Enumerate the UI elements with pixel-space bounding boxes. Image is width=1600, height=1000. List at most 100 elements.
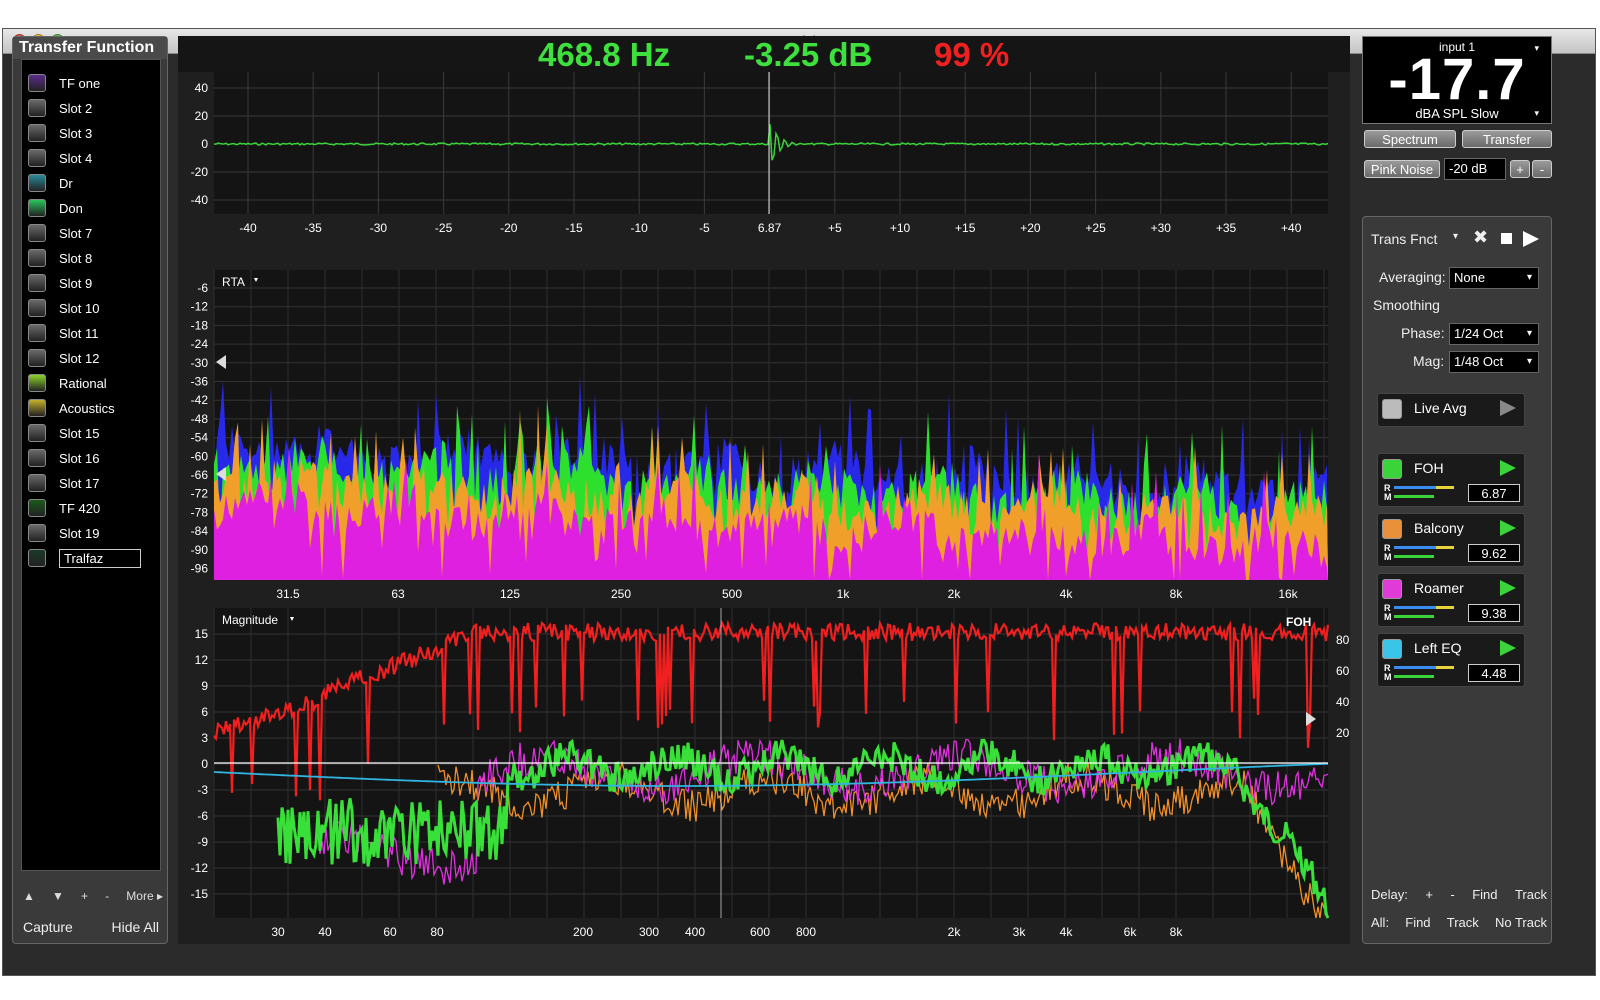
slot-color-swatch[interactable] [28, 174, 46, 192]
noise-level-up-button[interactable]: + [1510, 160, 1530, 178]
slot-color-swatch[interactable] [28, 249, 46, 267]
mode-dropdown-icon[interactable]: ▾ [1453, 231, 1458, 242]
slot-item[interactable]: Slot 12 [28, 347, 99, 369]
phase-smoothing-select[interactable]: 1/24 Oct ▾ [1449, 323, 1539, 345]
measurement-item[interactable]: Balcony RM 9.62 [1377, 513, 1525, 567]
delay-find-button[interactable]: Find [1472, 887, 1497, 902]
unit-dropdown-icon[interactable]: ▾ [1534, 108, 1539, 119]
measurement-play-icon[interactable] [1500, 400, 1516, 416]
move-up-button[interactable]: ▲ [23, 889, 35, 903]
measurement-item[interactable]: Left EQ RM 4.48 [1377, 633, 1525, 687]
all-find-button[interactable]: Find [1405, 915, 1430, 930]
add-slot-button[interactable]: + [81, 889, 88, 903]
slot-item[interactable]: Slot 11 [28, 322, 99, 344]
mode-selector[interactable]: Trans Fnct [1371, 231, 1437, 247]
noise-level-field[interactable]: -20 dB [1444, 158, 1506, 180]
slot-label[interactable]: Tralfaz [59, 548, 141, 568]
delay-value-field[interactable]: 4.48 [1468, 664, 1520, 682]
measurement-play-icon[interactable] [1500, 580, 1516, 596]
mag-smoothing-select[interactable]: 1/48 Oct ▾ [1449, 351, 1539, 373]
rta-plot-label[interactable]: RTA [222, 275, 245, 289]
slot-item[interactable]: Slot 8 [28, 247, 92, 269]
hide-all-button[interactable]: Hide All [112, 919, 159, 935]
stop-icon[interactable] [1501, 233, 1512, 244]
slot-color-swatch[interactable] [28, 124, 46, 142]
delay-value-field[interactable]: 9.38 [1468, 604, 1520, 622]
slot-label: Slot 15 [59, 425, 100, 441]
slot-item[interactable]: TF one [28, 72, 100, 94]
capture-button[interactable]: Capture [23, 919, 73, 935]
delay-value-field[interactable]: 6.87 [1468, 484, 1520, 502]
remove-slot-button[interactable]: - [105, 889, 109, 903]
magnitude-plot-label[interactable]: Magnitude [222, 613, 278, 627]
noise-level-down-button[interactable]: - [1532, 160, 1552, 178]
slot-color-swatch[interactable] [28, 224, 46, 242]
slot-color-swatch[interactable] [28, 149, 46, 167]
slot-item[interactable]: Slot 16 [28, 447, 99, 469]
slot-color-swatch[interactable] [28, 424, 46, 442]
measurement-item[interactable]: Roamer RM 9.38 [1377, 573, 1525, 627]
delay-value-field[interactable]: 9.62 [1468, 544, 1520, 562]
magnitude-x-tick: 30 [271, 925, 285, 939]
measurement-color-swatch[interactable] [1382, 399, 1402, 419]
slot-color-swatch[interactable] [28, 499, 46, 517]
measurement-color-swatch[interactable] [1382, 579, 1402, 599]
slot-color-swatch[interactable] [28, 274, 46, 292]
slot-color-swatch[interactable] [28, 324, 46, 342]
slot-item[interactable]: Acoustics [28, 397, 115, 419]
spl-meter[interactable]: input 1 -17.7 dBA SPL Slow ▾ ▾ [1362, 36, 1552, 124]
measurement-color-swatch[interactable] [1382, 639, 1402, 659]
slot-color-swatch[interactable] [28, 399, 46, 417]
slot-item[interactable]: Dr [28, 172, 73, 194]
slot-item[interactable]: Slot 3 [28, 122, 92, 144]
measurement-play-icon[interactable] [1500, 460, 1516, 476]
slot-color-swatch[interactable] [28, 449, 46, 467]
slot-color-swatch[interactable] [28, 549, 46, 567]
slot-item[interactable]: Slot 9 [28, 272, 92, 294]
slot-item[interactable]: Slot 19 [28, 522, 99, 544]
slot-color-swatch[interactable] [28, 474, 46, 492]
slot-item[interactable]: Slot 2 [28, 97, 92, 119]
slot-color-swatch[interactable] [28, 374, 46, 392]
measurement-item[interactable]: Live Avg [1377, 393, 1525, 427]
slot-color-swatch[interactable] [28, 349, 46, 367]
averaging-select[interactable]: None ▾ [1449, 267, 1539, 289]
all-no-track-button[interactable]: No Track [1495, 915, 1547, 930]
slot-item[interactable]: Rational [28, 372, 107, 394]
slot-item[interactable]: Slot 7 [28, 222, 92, 244]
slot-label: Slot 4 [59, 150, 93, 166]
slot-color-swatch[interactable] [28, 74, 46, 92]
slot-item[interactable]: Slot 10 [28, 297, 99, 319]
measurement-color-swatch[interactable] [1382, 519, 1402, 539]
slot-color-swatch[interactable] [28, 199, 46, 217]
pink-noise-button[interactable]: Pink Noise [1364, 160, 1440, 178]
measurement-item[interactable]: FOH RM 6.87 [1377, 453, 1525, 507]
measurement-play-icon[interactable] [1500, 640, 1516, 656]
delay-plus-button[interactable]: + [1425, 887, 1433, 902]
channel-dropdown-icon[interactable]: ▾ [1534, 43, 1539, 54]
delay-minus-button[interactable]: - [1450, 887, 1454, 902]
all-track-button[interactable]: Track [1447, 915, 1479, 930]
more-button[interactable]: More ▸ [126, 889, 163, 903]
spectrum-button[interactable]: Spectrum [1364, 130, 1456, 148]
slot-item[interactable]: Tralfaz [28, 547, 141, 569]
slot-color-swatch[interactable] [28, 299, 46, 317]
delay-track-button[interactable]: Track [1515, 887, 1547, 902]
measurement-play-icon[interactable] [1500, 520, 1516, 536]
slot-label: Slot 3 [59, 125, 93, 141]
measurement-color-swatch[interactable] [1382, 459, 1402, 479]
slot-item[interactable]: Don [28, 197, 83, 219]
slot-item[interactable]: Slot 17 [28, 472, 99, 494]
slot-color-swatch[interactable] [28, 99, 46, 117]
play-icon[interactable] [1523, 231, 1539, 247]
rta-x-tick: 500 [722, 587, 742, 601]
slot-color-swatch[interactable] [28, 524, 46, 542]
move-down-button[interactable]: ▼ [52, 889, 64, 903]
tools-icon[interactable]: ✖ [1473, 227, 1488, 248]
transfer-button[interactable]: Transfer [1462, 130, 1552, 148]
slot-item[interactable]: Slot 4 [28, 147, 92, 169]
all-row: All: Find Track No Track [1371, 915, 1547, 930]
magnitude-y-tick: 9 [201, 679, 208, 693]
slot-item[interactable]: TF 420 [28, 497, 100, 519]
slot-item[interactable]: Slot 15 [28, 422, 99, 444]
